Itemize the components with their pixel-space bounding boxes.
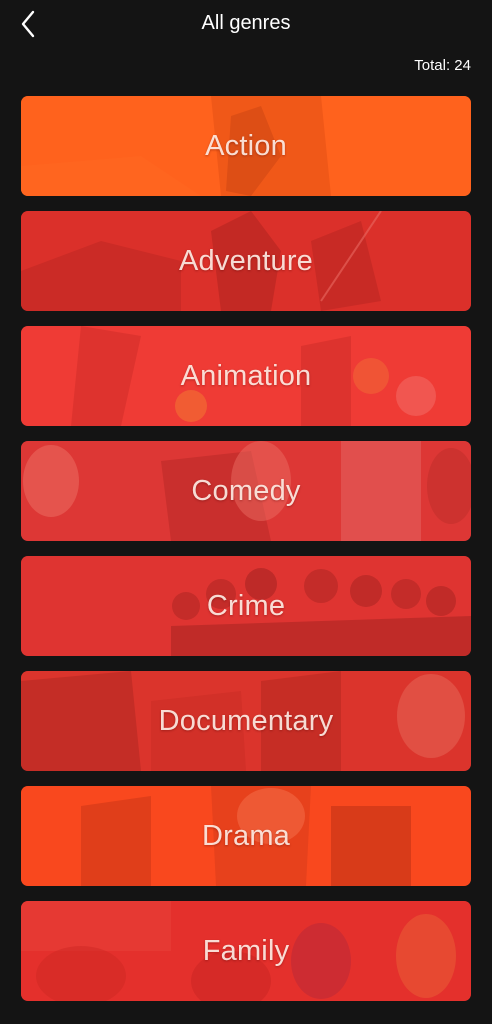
top-bar: All genres — [0, 0, 492, 50]
genre-label: Drama — [201, 819, 290, 852]
genre-card-comedy[interactable]: Comedy — [21, 441, 471, 541]
genre-card-animation[interactable]: Animation — [21, 326, 471, 426]
genre-label: Adventure — [179, 244, 313, 277]
genre-card-family[interactable]: Family — [21, 901, 471, 1001]
genre-card-adventure[interactable]: Adventure — [21, 211, 471, 311]
genre-label: Comedy — [191, 474, 301, 507]
genre-card-crime[interactable]: Crime — [21, 556, 471, 656]
genre-label: Crime — [206, 589, 286, 622]
genre-card-action[interactable]: Action — [21, 96, 471, 196]
genre-label: Action — [205, 129, 287, 162]
total-count: Total: 24 — [414, 57, 471, 74]
genre-label: Documentary — [158, 704, 334, 737]
page-title: All genres — [201, 12, 291, 34]
genre-label: Family — [202, 934, 290, 967]
genre-card-drama[interactable]: Drama — [21, 786, 471, 886]
genre-list: Action Adventure Animation Comedy Crime … — [21, 96, 471, 1016]
genre-card-documentary[interactable]: Documentary — [21, 671, 471, 771]
genre-label: Animation — [180, 359, 312, 392]
